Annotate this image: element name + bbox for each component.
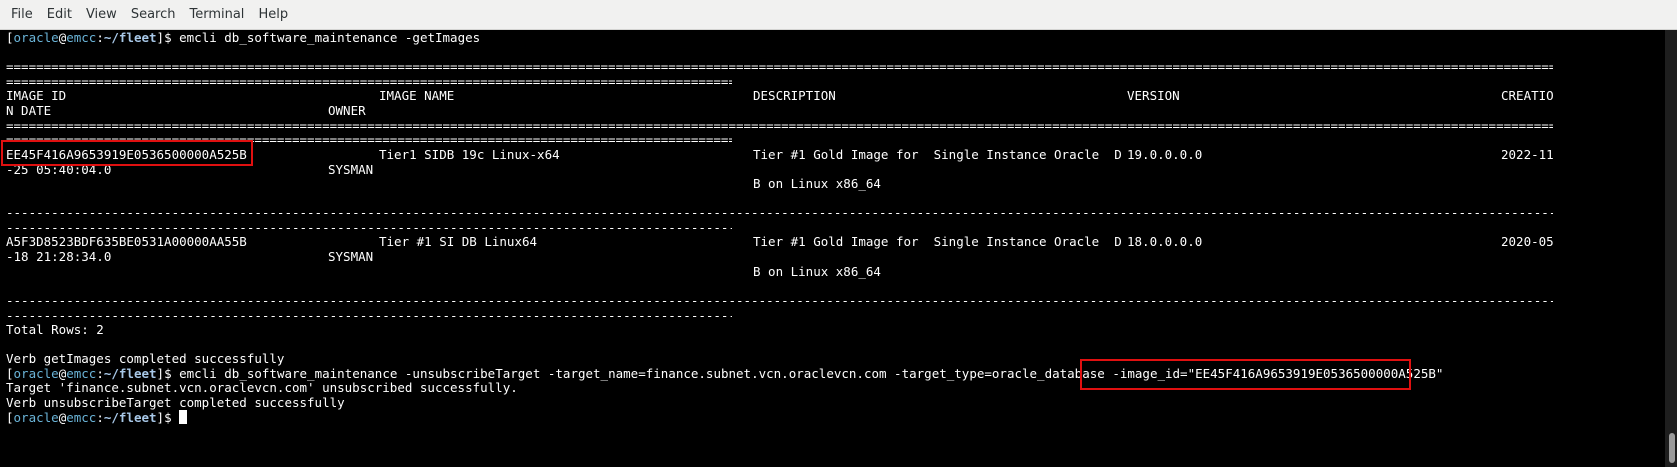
terminal-output[interactable]: [oracle@emcc:~/fleet]$ emcli db_software…	[0, 30, 1665, 467]
menu-view[interactable]: View	[79, 7, 124, 22]
row2-description: Tier #1 Gold Image for Single Instance O…	[753, 234, 1122, 249]
verb-unsubscribe-status: Verb unsubscribeTarget completed success…	[6, 395, 345, 410]
menu-search[interactable]: Search	[124, 7, 183, 22]
row2-owner: SYSMAN	[328, 249, 374, 264]
header-image-name: IMAGE NAME	[379, 88, 455, 103]
target-unsubscribed-message: Target 'finance.subnet.vcn.oraclevcn.com…	[6, 380, 518, 395]
header-owner: OWNER	[328, 103, 366, 118]
table-row-cont: B on Linux x86_64	[6, 264, 1661, 280]
menu-file[interactable]: File	[4, 7, 40, 22]
header-image-id: IMAGE ID	[6, 88, 67, 103]
header-description: DESCRIPTION	[753, 88, 836, 103]
prompt-colon: :	[96, 410, 104, 425]
prompt-end: ]$	[156, 30, 180, 45]
table-row-cont: B on Linux x86_64	[6, 176, 1661, 192]
menu-terminal[interactable]: Terminal	[182, 7, 251, 22]
prompt-user: oracle	[13, 366, 59, 381]
row2-creation-2: -18 21:28:34.0	[6, 249, 112, 264]
row1-image-name: Tier1 SIDB 19c Linux-x64	[379, 147, 560, 162]
prompt-line-3[interactable]: [oracle@emcc:~/fleet]$	[6, 410, 187, 426]
prompt-end: ]$	[156, 366, 180, 381]
row1-description: Tier #1 Gold Image for Single Instance O…	[753, 147, 1122, 162]
row2-creation-1: 2020-05	[1501, 234, 1554, 249]
header-creation-1: CREATIO	[1501, 88, 1554, 103]
row2-image-name: Tier #1 SI DB Linux64	[379, 234, 538, 249]
row1-image-id[interactable]: EE45F416A9653919E0536500000A525B	[6, 147, 247, 163]
total-rows: Total Rows: 2	[6, 322, 104, 337]
rule-equals-2-wrap: ========================================…	[6, 132, 732, 147]
row2-description-2: B on Linux x86_64	[753, 264, 881, 279]
row1-version: 19.0.0.0.0	[1127, 147, 1203, 162]
scrollbar-thumb[interactable]	[1669, 433, 1675, 463]
header-creation-2: N DATE	[6, 103, 52, 118]
prompt-path: ~/fleet	[103, 366, 157, 381]
menu-edit[interactable]: Edit	[40, 7, 79, 22]
prompt-user: oracle	[13, 30, 59, 45]
rule-dash-2-wrap: ----------------------------------------…	[6, 308, 732, 323]
menu-help[interactable]: Help	[251, 7, 295, 22]
rule-dash-2: ----------------------------------------…	[6, 293, 1553, 308]
table-row-cont: -18 21:28:34.0 SYSMAN	[6, 249, 1661, 265]
prompt-host: emcc	[66, 366, 97, 381]
rule-equals-1: ========================================…	[6, 59, 1553, 74]
prompt-path: ~/fleet	[103, 30, 157, 45]
table-row: A5F3D8523BDF635BE0531A00000AA55B Tier #1…	[6, 234, 1661, 250]
terminal-scrollbar[interactable]	[1665, 30, 1677, 467]
row2-version: 18.0.0.0.0	[1127, 234, 1203, 249]
prompt-end: ]$	[156, 410, 180, 425]
table-header-row-1: IMAGE ID IMAGE NAME DESCRIPTION VERSION …	[6, 88, 1661, 104]
table-header-row-2: N DATE OWNER	[6, 103, 1661, 119]
prompt-host: emcc	[66, 30, 97, 45]
prompt-host: emcc	[66, 410, 97, 425]
menu-bar: File Edit View Search Terminal Help	[0, 0, 1677, 30]
row1-creation-1: 2022-11	[1501, 147, 1554, 162]
prompt-colon: :	[96, 30, 104, 45]
command-unsubscribe-target: emcli db_software_maintenance -unsubscri…	[179, 366, 1113, 381]
row1-description-2: B on Linux x86_64	[753, 176, 881, 191]
table-row: EE45F416A9653919E0536500000A525B Tier1 S…	[6, 147, 1661, 163]
prompt-path: ~/fleet	[103, 410, 157, 425]
image-id-argument: -image_id="EE45F416A9653919E0536500000A5…	[1112, 366, 1444, 381]
row2-image-id: A5F3D8523BDF635BE0531A00000AA55B	[6, 234, 247, 249]
rule-dash-1: ----------------------------------------…	[6, 205, 1553, 220]
prompt-line-1: [oracle@emcc:~/fleet]$ emcli db_software…	[6, 30, 481, 45]
terminal-cursor	[179, 410, 187, 424]
prompt-colon: :	[96, 366, 104, 381]
verb-get-images-status: Verb getImages completed successfully	[6, 351, 285, 366]
command-get-images: emcli db_software_maintenance -getImages	[179, 30, 481, 45]
header-version: VERSION	[1127, 88, 1180, 103]
prompt-user: oracle	[13, 410, 59, 425]
